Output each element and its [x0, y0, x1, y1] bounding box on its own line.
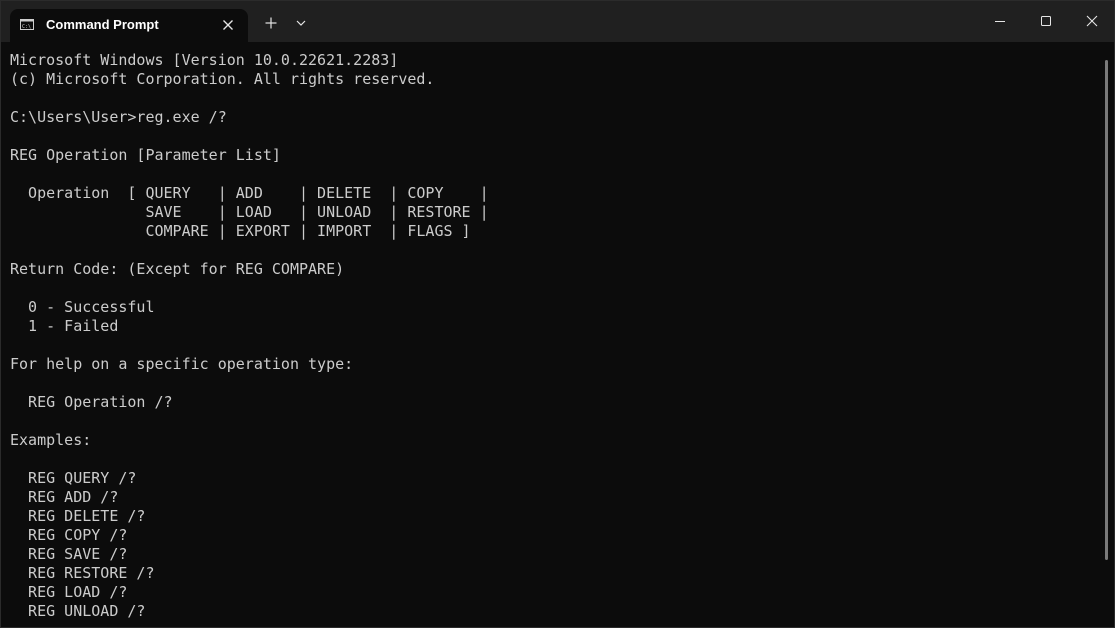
chevron-down-icon[interactable] — [293, 15, 309, 31]
terminal-line: Operation [ QUERY | ADD | DELETE | COPY … — [10, 184, 489, 202]
scrollbar[interactable] — [1100, 42, 1114, 627]
close-icon[interactable] — [220, 17, 236, 33]
cmd-app-icon: C:\ — [20, 19, 34, 30]
svg-text:C:\: C:\ — [22, 24, 31, 30]
terminal-line: REG Operation [Parameter List] — [10, 146, 281, 164]
terminal-line: REG DELETE /? — [10, 507, 146, 525]
terminal-line: REG RESTORE /? — [10, 564, 155, 582]
terminal-line: COMPARE | EXPORT | IMPORT | FLAGS ] — [10, 222, 471, 240]
terminal-line: Examples: — [10, 431, 92, 449]
close-icon — [1086, 15, 1098, 27]
terminal-text: Microsoft Windows [Version 10.0.22621.22… — [1, 42, 1101, 621]
terminal-line: 1 - Failed — [10, 317, 119, 335]
terminal-line: REG SAVE /? — [10, 545, 128, 563]
terminal-line: Microsoft Windows [Version 10.0.22621.22… — [10, 51, 399, 69]
terminal-line: For help on a specific operation type: — [10, 355, 354, 373]
tab-command-prompt[interactable]: C:\ Command Prompt — [10, 9, 248, 42]
terminal-line: REG LOAD /? — [10, 583, 128, 601]
plus-icon[interactable] — [263, 15, 279, 31]
maximize-button[interactable] — [1023, 1, 1069, 42]
terminal-line: REG Operation /? — [10, 393, 173, 411]
minimize-icon — [995, 21, 1005, 22]
terminal-window: C:\ Command Prompt Microsoft Windows [Ve… — [0, 0, 1115, 628]
terminal-line: REG COPY /? — [10, 526, 128, 544]
scrollbar-thumb[interactable] — [1105, 60, 1108, 560]
terminal-line: Return Code: (Except for REG COMPARE) — [10, 260, 345, 278]
terminal-line: REG QUERY /? — [10, 469, 137, 487]
tab-title: Command Prompt — [46, 17, 159, 32]
terminal-line: REG UNLOAD /? — [10, 602, 146, 620]
terminal-line: 0 - Successful — [10, 298, 155, 316]
title-bar[interactable]: C:\ Command Prompt — [1, 1, 1114, 42]
terminal-line: REG ADD /? — [10, 488, 119, 506]
maximize-icon — [1041, 16, 1051, 26]
minimize-button[interactable] — [977, 1, 1023, 42]
close-window-button[interactable] — [1069, 1, 1114, 42]
terminal-output[interactable]: Microsoft Windows [Version 10.0.22621.22… — [1, 42, 1101, 627]
terminal-line: (c) Microsoft Corporation. All rights re… — [10, 70, 435, 88]
terminal-line: C:\Users\User>reg.exe /? — [10, 108, 227, 126]
terminal-line: SAVE | LOAD | UNLOAD | RESTORE | — [10, 203, 489, 221]
